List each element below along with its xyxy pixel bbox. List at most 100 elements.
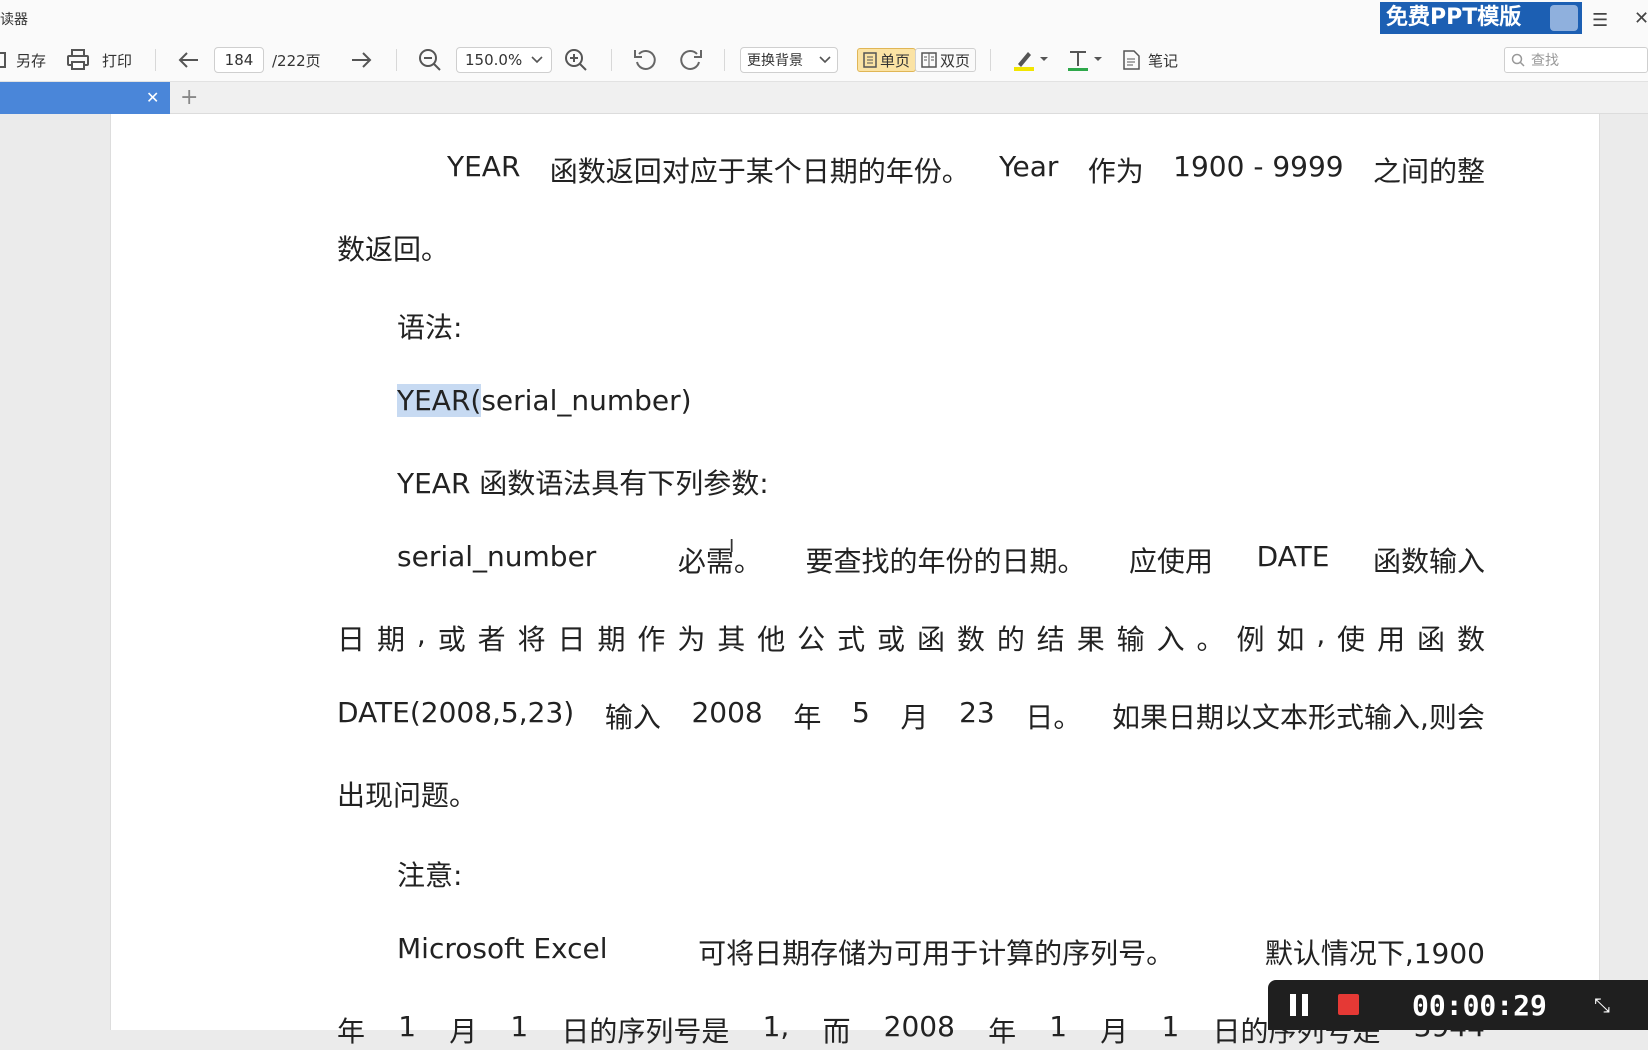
text-segment: 默认情况下,1900 [1264, 937, 1485, 970]
text-segment: YEAR [447, 150, 521, 183]
prev-page-button[interactable] [178, 38, 200, 82]
text-char: 输 [1116, 623, 1145, 656]
text-segment: 2008 [691, 696, 763, 729]
text-char: , [416, 618, 426, 651]
single-page-label: 单页 [880, 51, 911, 70]
single-page-icon [863, 52, 877, 68]
text-char: 例 [1236, 623, 1265, 656]
zoom-value: 150.0% [465, 51, 523, 69]
text-segment: 可将日期存储为可用于计算的序列号。 [698, 937, 1175, 970]
text-char: 如 [1276, 623, 1305, 656]
toolbar-divider [724, 49, 725, 71]
text-char: 期 [376, 623, 405, 656]
text-char: , [1316, 618, 1326, 651]
text-char: 果 [1076, 623, 1105, 656]
text-segment: DATE(2008,5,23) [337, 696, 575, 729]
text-char: 其 [717, 623, 746, 656]
params-heading: YEAR 函数语法具有下列参数: [397, 467, 769, 500]
text-char: 日 [557, 623, 586, 656]
text-segment: 而 [822, 1015, 851, 1048]
next-page-button[interactable] [350, 38, 372, 82]
save-as-button[interactable]: 另存 [0, 38, 46, 82]
text-segment: 函数返回对应于某个日期的年份。 [549, 155, 970, 188]
text-segment: 5 [852, 696, 870, 729]
rotate-right-icon [680, 49, 702, 70]
text-segment: 如果日期以文本形式输入,则会 [1112, 701, 1485, 734]
text-segment: 月 [449, 1015, 478, 1048]
text-char: 或 [437, 623, 466, 656]
tab-bar: ✕ + [0, 82, 1648, 114]
text-color-icon [1068, 51, 1102, 71]
text-char: 或 [877, 623, 906, 656]
text-char: 他 [757, 623, 786, 656]
promo-banner[interactable]: 免费PPT模版 [1380, 2, 1582, 34]
close-tab-icon[interactable]: ✕ [146, 88, 159, 107]
close-window-icon[interactable]: ✕ [1634, 8, 1648, 29]
background-select[interactable]: 更换背景 [740, 47, 838, 73]
text-tool-button[interactable] [1066, 38, 1102, 82]
document-tab[interactable]: ✕ [0, 82, 170, 114]
paragraph-line: 日期, 或者将日期作为其他公式或函数的结果输入。例如, 使用函数 [337, 618, 1485, 658]
single-page-button[interactable]: 单页 [857, 48, 917, 72]
paragraph-line: YEAR 函数返回对应于某个日期的年份。 Year 作为 1900 - 9999… [447, 150, 1485, 190]
text-segment: Year [999, 150, 1059, 183]
text-segment: 23 [959, 696, 995, 729]
text-char: 期 [597, 623, 626, 656]
text-segment: 之间的整 [1372, 155, 1485, 188]
text-segment: 年 [988, 1015, 1017, 1048]
print-button[interactable]: 打印 [66, 38, 132, 82]
search-placeholder: 查找 [1531, 53, 1559, 69]
page-number-input[interactable]: 184 [214, 47, 264, 73]
selected-text[interactable]: YEAR( [397, 384, 482, 417]
text-char: 数 [956, 623, 985, 656]
text-char: 将 [517, 623, 546, 656]
arrow-left-icon [178, 52, 198, 68]
text-segment: 日的序列号是 [561, 1015, 730, 1048]
stop-record-icon[interactable] [1338, 994, 1359, 1015]
highlighter-icon [1014, 52, 1048, 71]
text-segment: serial_number [397, 540, 597, 573]
zoom-out-button[interactable] [418, 38, 442, 82]
rotate-left-button[interactable] [633, 38, 659, 82]
text-char: 结 [1036, 623, 1065, 656]
rotate-right-button[interactable] [677, 38, 703, 82]
rotate-left-icon [634, 49, 656, 70]
toolbar-divider [990, 49, 991, 71]
text-cursor-icon: I [729, 536, 735, 557]
notes-button[interactable]: 笔记 [1122, 38, 1178, 82]
printer-icon [67, 49, 89, 70]
recording-timer: 00:00:29 [1412, 989, 1547, 1022]
paragraph-line: 出现问题。 [337, 779, 478, 812]
chevron-down-icon [819, 56, 831, 64]
toolbar-divider [611, 49, 612, 71]
text-char: 公 [797, 623, 826, 656]
toolbar-divider [155, 49, 156, 71]
highlight-button[interactable] [1012, 38, 1048, 82]
text-char: 者 [477, 623, 506, 656]
zoom-in-button[interactable] [564, 38, 588, 82]
search-field[interactable]: 查找 [1504, 47, 1648, 73]
text-char: 式 [837, 623, 866, 656]
text-segment: 月 [900, 701, 929, 734]
pause-icon[interactable] [1290, 994, 1310, 1016]
minimize-icon[interactable]: ⤡ [1594, 993, 1610, 1017]
screen-recorder-bar: 00:00:29 ⤡ [1268, 980, 1648, 1030]
zoom-select[interactable]: 150.0% [456, 47, 552, 73]
text-char: 的 [996, 623, 1025, 656]
paragraph-line: serial_number 必需。 要查找的年份的日期。 应使用 DATE 函数… [397, 540, 1485, 580]
text-segment: Microsoft Excel [397, 932, 608, 965]
menu-icon[interactable]: ☰ [1592, 10, 1608, 31]
text-segment: 年 [337, 1015, 366, 1048]
toolbar-divider [396, 49, 397, 71]
chevron-down-icon [531, 56, 543, 64]
zoom-out-icon [419, 49, 441, 71]
double-page-icon [921, 52, 937, 68]
text-char: 为 [677, 623, 706, 656]
text-segment: 函数输入 [1372, 545, 1485, 578]
text-segment: 应使用 [1129, 545, 1214, 578]
double-page-button[interactable]: 双页 [915, 48, 977, 72]
text-char: 函 [1417, 623, 1446, 656]
new-tab-icon[interactable]: + [180, 85, 198, 110]
print-label: 打印 [102, 51, 133, 70]
syntax-rest: serial_number) [481, 384, 692, 417]
